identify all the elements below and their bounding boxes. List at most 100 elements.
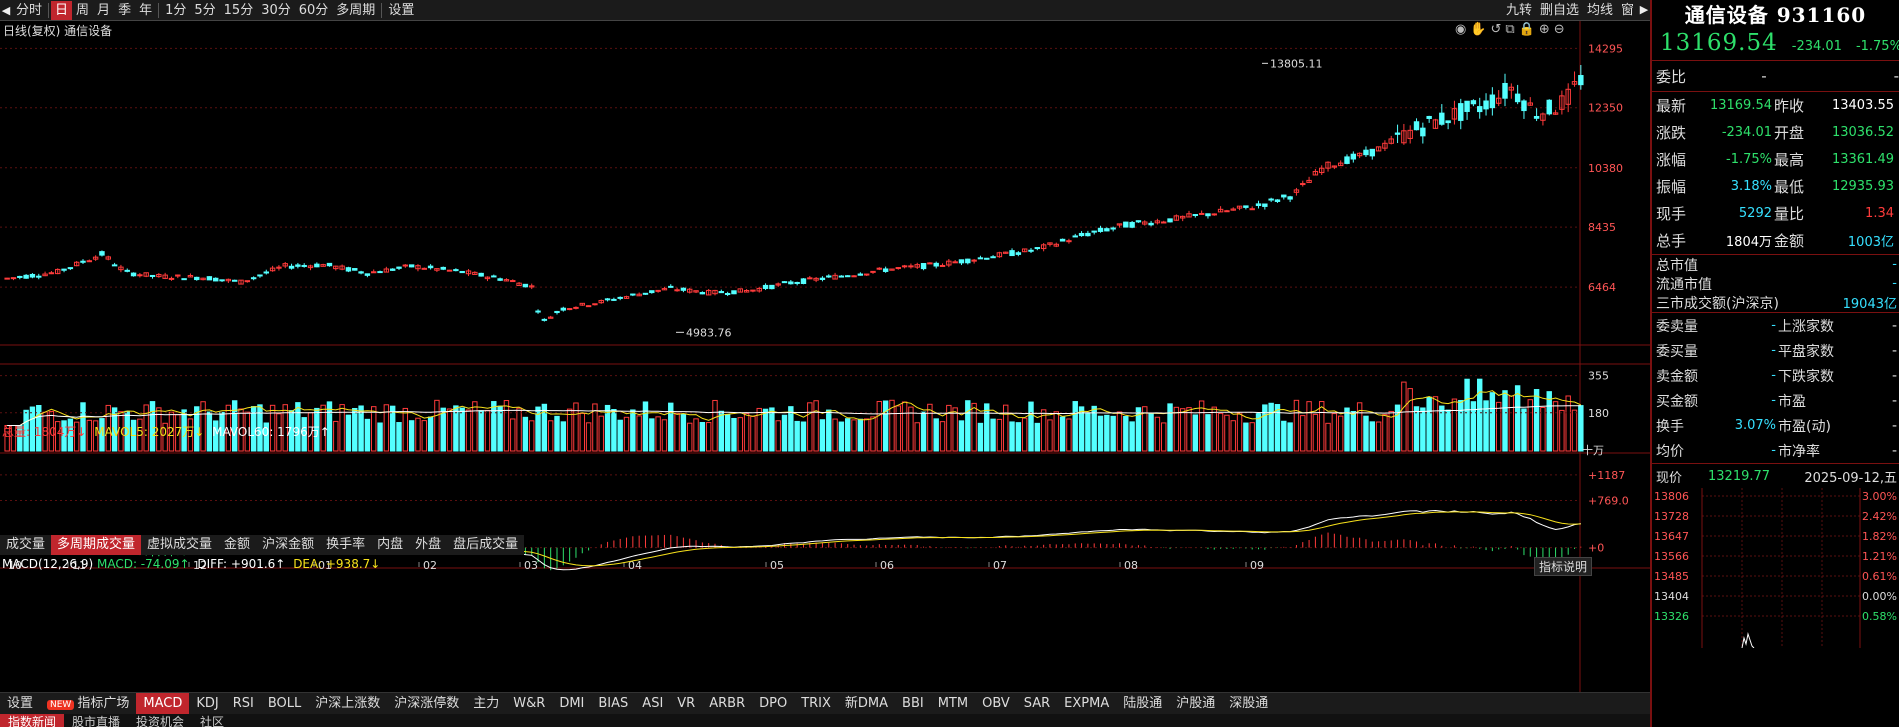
quote-value-2: 1003亿 — [1847, 235, 1894, 250]
volume-bar — [1432, 396, 1439, 452]
volume-tab-4[interactable]: 沪深金额 — [256, 535, 320, 555]
volume-bar — [794, 420, 800, 452]
indicator-tab-17[interactable]: 新DMA — [838, 693, 895, 715]
indicator-tab-20[interactable]: OBV — [975, 693, 1017, 715]
period-button-10[interactable]: 60分 — [295, 1, 333, 20]
volume-bar — [1571, 409, 1578, 452]
period-button-6[interactable]: 1分 — [161, 1, 190, 20]
indicator-tab-14[interactable]: ARBR — [702, 693, 752, 715]
volume-bar — [484, 409, 491, 452]
indicator-tab-21[interactable]: SAR — [1017, 693, 1057, 715]
candle-body — [1477, 106, 1483, 113]
quote-value: 5292 — [1738, 206, 1772, 221]
volume-tab-3[interactable]: 金额 — [218, 535, 256, 555]
breadth-value-2: - — [1891, 392, 1897, 409]
volume-bar — [402, 407, 409, 452]
candle-body — [1091, 230, 1097, 233]
volume-tab-1[interactable]: 多周期成交量 — [51, 535, 142, 555]
candle-body — [371, 271, 377, 274]
period-button-11[interactable]: 多周期 — [332, 1, 379, 20]
indicator-tab-5[interactable]: BOLL — [261, 693, 308, 715]
volume-bars — [4, 378, 1584, 452]
indicator-tab-label: MTM — [937, 695, 969, 711]
indicator-tab-13[interactable]: VR — [670, 693, 702, 715]
next-arrow-icon[interactable]: ▶ — [1638, 0, 1650, 19]
period-button-12[interactable]: 设置 — [384, 1, 418, 20]
period-button-3[interactable]: 月 — [93, 1, 114, 20]
chart-tools-icons[interactable]: ◉✋↺⧉🔒⊕⊖ — [1455, 22, 1569, 37]
candle-body — [895, 267, 901, 270]
candle-body — [1413, 121, 1420, 131]
news-tab-2[interactable]: 投资机会 — [128, 714, 192, 727]
period-button-0[interactable]: 分时 — [12, 1, 46, 20]
indicator-tab-11[interactable]: BIAS — [591, 693, 635, 715]
volume-header: 总量: 1804万↓ MAVOL5: 2027万↓ MAVOL60: 1796万… — [2, 423, 330, 440]
period-button-5[interactable]: 年 — [135, 1, 156, 20]
indicator-tab-7[interactable]: 沪深涨停数 — [387, 693, 466, 715]
candle-body — [1502, 82, 1508, 99]
indicator-tab-22[interactable]: EXPMA — [1057, 693, 1116, 715]
candle-body — [769, 284, 775, 290]
toolbar-right-button-0[interactable]: 九转 — [1502, 1, 1536, 20]
indicator-explain-button[interactable]: 指标说明 — [1534, 557, 1593, 576]
kline-svg[interactable]: 1429512350103808435646413805.114983.7610… — [0, 21, 1650, 707]
volume-tab-8[interactable]: 盘后成交量 — [447, 535, 524, 555]
toolbar-right-button-2[interactable]: 均线 — [1583, 1, 1617, 20]
indicator-tab-4[interactable]: RSI — [226, 693, 261, 715]
breadth-row: 委买量 - 平盘家数 - — [1652, 338, 1899, 363]
indicator-tab-1[interactable]: NEW 指标广场 — [40, 693, 136, 715]
period-button-2[interactable]: 周 — [72, 1, 93, 20]
indicator-tab-0[interactable]: 设置 — [0, 693, 40, 715]
prev-arrow-icon[interactable]: ◀ — [0, 1, 12, 20]
candle-body — [67, 267, 74, 270]
indicator-tab-6[interactable]: 沪深上涨数 — [308, 693, 387, 715]
period-button-1[interactable]: 日 — [51, 0, 73, 20]
news-tab-1[interactable]: 股市直播 — [64, 714, 128, 727]
indicator-tab-19[interactable]: MTM — [931, 693, 975, 715]
candle-body — [17, 275, 23, 278]
indicator-tab-16[interactable]: TRIX — [794, 693, 838, 715]
volume-bar — [491, 401, 497, 452]
volume-bar — [1375, 421, 1382, 452]
volume-tab-6[interactable]: 内盘 — [371, 535, 409, 555]
candle-body — [908, 265, 914, 268]
period-button-9[interactable]: 30分 — [257, 1, 295, 20]
weibi-value-2: - — [1893, 67, 1899, 85]
period-button-8[interactable]: 15分 — [220, 1, 258, 20]
period-button-4[interactable]: 季 — [114, 1, 135, 20]
volume-bar — [408, 420, 415, 452]
volume-bar — [1445, 409, 1451, 452]
toolbar-right-button-3[interactable]: 窗 — [1617, 1, 1638, 20]
intraday-mini-chart[interactable]: 13806 3.00% 13728 2.42% 13647 1.82% 13566 1.21%… — [1652, 488, 1899, 649]
candle-body — [1514, 93, 1521, 103]
price-line: 13169.54 -234.01 -1.75% — [1652, 30, 1899, 60]
volume-tab-7[interactable]: 外盘 — [409, 535, 447, 555]
volume-bar — [1552, 401, 1559, 452]
volume-tab-5[interactable]: 换手率 — [320, 535, 371, 555]
indicator-tab-2[interactable]: MACD — [136, 692, 190, 715]
toolbar-right-button-1[interactable]: 删自选 — [1536, 1, 1583, 20]
security-name: 通信设备 931160 — [1684, 3, 1867, 27]
indicator-tab-8[interactable]: 主力 — [466, 693, 506, 715]
chart-area[interactable]: 14295 12350 10380 8435 6464 13805.11 4983.76 10… — [0, 21, 1650, 707]
volume-bar — [775, 420, 781, 452]
mini-right-tick: 1.21% — [1862, 550, 1897, 563]
indicator-tab-10[interactable]: DMI — [552, 693, 591, 715]
indicator-tab-24[interactable]: 沪股通 — [1169, 693, 1222, 715]
candle-body — [231, 279, 238, 282]
indicator-tab-3[interactable]: KDJ — [189, 693, 225, 715]
indicator-tab-18[interactable]: BBI — [895, 693, 931, 715]
volume-tab-2[interactable]: 虚拟成交量 — [141, 535, 218, 555]
news-tab-0[interactable]: 指数新闻 — [0, 714, 65, 727]
period-button-7[interactable]: 5分 — [190, 1, 219, 20]
quote-value: 1804万 — [1725, 235, 1772, 250]
indicator-tab-9[interactable]: W&R — [506, 693, 552, 715]
candle-body — [408, 264, 415, 268]
indicator-tab-15[interactable]: DPO — [752, 693, 794, 715]
indicator-tab-12[interactable]: ASI — [635, 693, 670, 715]
indicator-tab-25[interactable]: 深股通 — [1222, 693, 1275, 715]
indicator-tab-23[interactable]: 陆股通 — [1116, 693, 1169, 715]
volume-tab-0[interactable]: 成交量 — [0, 535, 51, 555]
news-tab-3[interactable]: 社区 — [192, 714, 232, 727]
indicator-tab-label: DMI — [559, 695, 585, 711]
